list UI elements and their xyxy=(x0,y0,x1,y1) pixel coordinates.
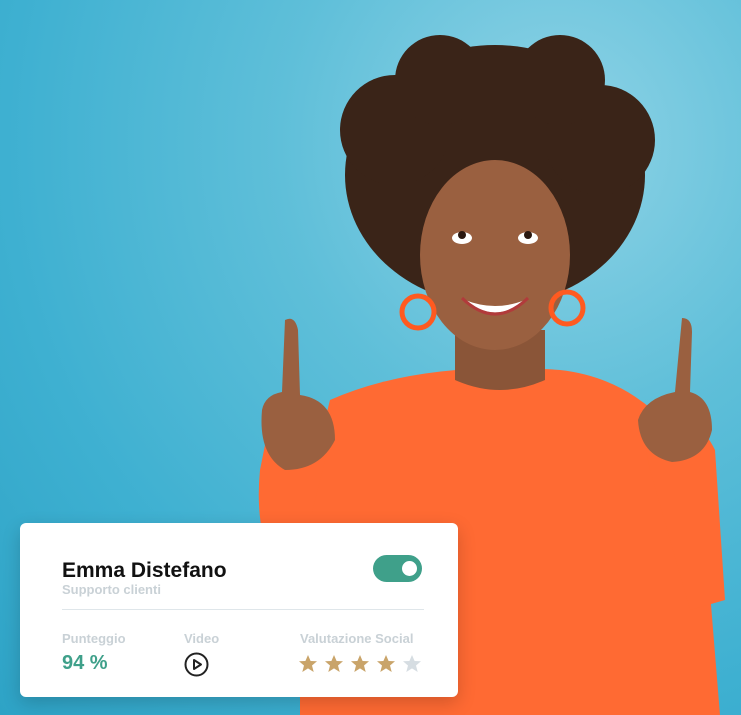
status-toggle[interactable] xyxy=(373,555,422,582)
score-value: 94 % xyxy=(62,652,108,674)
play-icon[interactable] xyxy=(184,652,209,677)
toggle-knob xyxy=(402,561,417,576)
star-icon xyxy=(351,655,369,672)
profile-card: Emma Distefano Supporto clienti Punteggi… xyxy=(20,523,458,697)
social-rating xyxy=(298,654,422,674)
star-icon xyxy=(299,655,317,672)
star-icon xyxy=(403,655,421,672)
star-icon xyxy=(377,655,395,672)
video-label: Video xyxy=(184,631,220,646)
star-icon xyxy=(325,655,343,672)
social-label: Valutazione Social xyxy=(300,631,414,646)
card-divider xyxy=(62,609,424,610)
profile-role: Supporto clienti xyxy=(62,582,161,597)
score-label: Punteggio xyxy=(62,631,126,646)
profile-name: Emma Distefano xyxy=(62,559,227,582)
